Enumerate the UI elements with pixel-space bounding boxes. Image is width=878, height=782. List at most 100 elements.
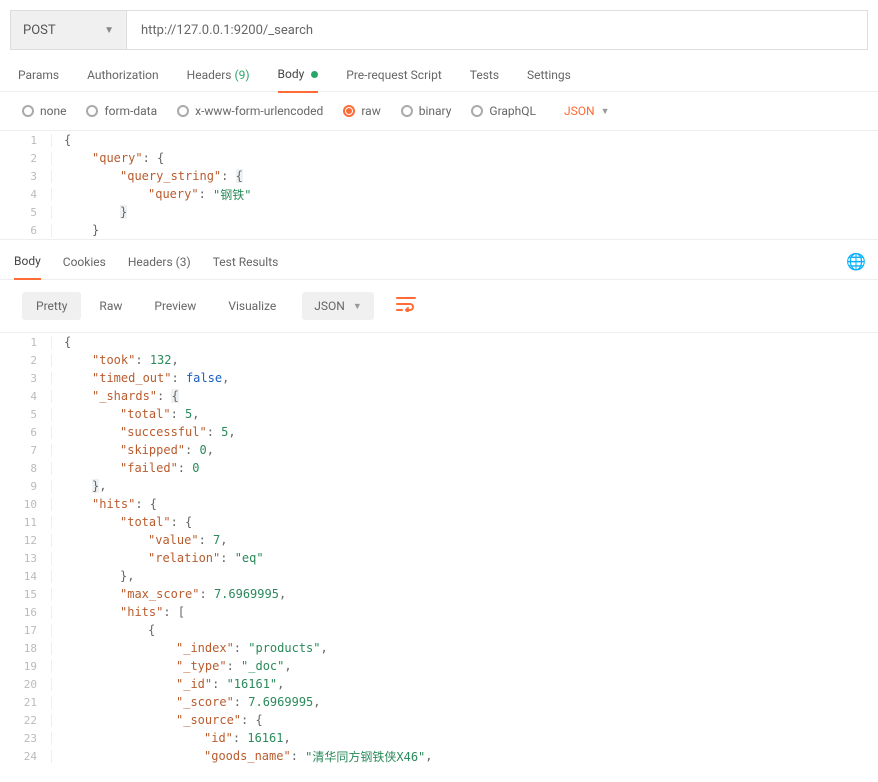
radio-binary[interactable]: binary (401, 104, 452, 118)
line-number: 4 (0, 390, 52, 403)
tab-body[interactable]: Body (278, 67, 319, 93)
view-preview-button[interactable]: Preview (140, 292, 210, 320)
code-line: 4"_shards": { (0, 387, 878, 405)
resp-tab-cookies[interactable]: Cookies (63, 255, 106, 279)
code-line: 5} (0, 203, 878, 221)
response-body-viewer[interactable]: 1{2"took": 132,3"timed_out": false,4"_sh… (0, 332, 878, 765)
code-line: 12"value": 7, (0, 531, 878, 549)
url-input[interactable]: http://127.0.0.1:9200/_search (127, 10, 868, 50)
code-line: 9}, (0, 477, 878, 495)
code-line: 24"goods_name": "清华同方钢铁侠X46", (0, 747, 878, 765)
code-content: "_id": "16161", (52, 677, 284, 691)
body-type-radios: none form-data x-www-form-urlencoded raw… (0, 92, 878, 130)
code-content: "_score": 7.6969995, (52, 695, 321, 709)
network-icon[interactable]: 🌐 (846, 252, 866, 271)
code-line: 15"max_score": 7.6969995, (0, 585, 878, 603)
radio-icon (471, 105, 483, 117)
resp-tab-body[interactable]: Body (14, 254, 41, 280)
code-content: "hits": { (52, 497, 157, 511)
line-number: 12 (0, 534, 52, 547)
code-content: "query": { (52, 151, 164, 165)
code-content: } (52, 205, 127, 219)
code-line: 6"successful": 5, (0, 423, 878, 441)
raw-format-dropdown[interactable]: JSON ▼ (564, 104, 609, 118)
line-number: 2 (0, 152, 52, 165)
http-method-value: POST (23, 23, 56, 38)
code-line: 6} (0, 221, 878, 239)
code-line: 7"skipped": 0, (0, 441, 878, 459)
line-number: 24 (0, 750, 52, 763)
view-raw-button[interactable]: Raw (85, 292, 136, 320)
tab-headers[interactable]: Headers (9) (187, 68, 250, 92)
radio-icon (177, 105, 189, 117)
code-line: 13"relation": "eq" (0, 549, 878, 567)
code-line: 22"_source": { (0, 711, 878, 729)
tab-tests[interactable]: Tests (470, 68, 499, 92)
code-line: 21"_score": 7.6969995, (0, 693, 878, 711)
line-number: 10 (0, 498, 52, 511)
code-content: "goods_name": "清华同方钢铁侠X46", (52, 748, 433, 765)
code-line: 11"total": { (0, 513, 878, 531)
line-number: 4 (0, 188, 52, 201)
http-method-dropdown[interactable]: POST ▼ (10, 10, 127, 50)
response-toolbar: Pretty Raw Preview Visualize JSON ▼ (0, 280, 878, 332)
code-line: 5"total": 5, (0, 405, 878, 423)
wrap-lines-icon[interactable] (396, 296, 416, 317)
headers-count: (9) (234, 68, 249, 82)
tab-prerequest[interactable]: Pre-request Script (346, 68, 441, 92)
code-content: "total": { (52, 515, 192, 529)
code-content: "relation": "eq" (52, 551, 264, 565)
resp-headers-count: (3) (176, 255, 191, 269)
code-line: 17{ (0, 621, 878, 639)
code-content: "id": 16161, (52, 731, 291, 745)
code-line: 10"hits": { (0, 495, 878, 513)
tab-params[interactable]: Params (18, 68, 59, 92)
code-line: 2"query": { (0, 149, 878, 167)
view-visualize-button[interactable]: Visualize (214, 292, 290, 320)
request-body-editor[interactable]: 1{2"query": {3"query_string": {4"query":… (0, 130, 878, 240)
code-content: }, (52, 569, 134, 583)
radio-none[interactable]: none (22, 104, 66, 118)
radio-urlencoded[interactable]: x-www-form-urlencoded (177, 104, 323, 118)
code-line: 3"timed_out": false, (0, 369, 878, 387)
response-format-dropdown[interactable]: JSON ▼ (302, 292, 373, 320)
code-line: 8"failed": 0 (0, 459, 878, 477)
resp-tab-testresults[interactable]: Test Results (213, 255, 279, 279)
radio-graphql[interactable]: GraphQL (471, 104, 536, 118)
code-content: "hits": [ (52, 605, 185, 619)
code-line: 18"_index": "products", (0, 639, 878, 657)
code-content: }, (52, 479, 106, 493)
code-content: "_index": "products", (52, 641, 328, 655)
radio-icon (401, 105, 413, 117)
code-line: 20"_id": "16161", (0, 675, 878, 693)
radio-form-data[interactable]: form-data (86, 104, 157, 118)
code-line: 14}, (0, 567, 878, 585)
code-content: "value": 7, (52, 533, 228, 547)
code-content: { (52, 335, 71, 349)
line-number: 21 (0, 696, 52, 709)
line-number: 3 (0, 170, 52, 183)
chevron-down-icon: ▼ (601, 106, 610, 117)
code-content: "skipped": 0, (52, 443, 214, 457)
code-line: 16"hits": [ (0, 603, 878, 621)
line-number: 11 (0, 516, 52, 529)
radio-raw[interactable]: raw (343, 104, 380, 118)
line-number: 5 (0, 206, 52, 219)
code-content: "failed": 0 (52, 461, 199, 475)
line-number: 1 (0, 134, 52, 147)
tab-authorization[interactable]: Authorization (87, 68, 159, 92)
code-content: "query_string": { (52, 169, 243, 183)
tab-settings[interactable]: Settings (527, 68, 571, 92)
line-number: 6 (0, 426, 52, 439)
resp-tab-headers[interactable]: Headers (3) (128, 255, 191, 279)
line-number: 2 (0, 354, 52, 367)
line-number: 9 (0, 480, 52, 493)
view-pretty-button[interactable]: Pretty (22, 292, 81, 320)
code-line: 3"query_string": { (0, 167, 878, 185)
line-number: 15 (0, 588, 52, 601)
radio-icon (22, 105, 34, 117)
code-content: "timed_out": false, (52, 371, 229, 385)
line-number: 17 (0, 624, 52, 637)
code-line: 1{ (0, 333, 878, 351)
line-number: 18 (0, 642, 52, 655)
